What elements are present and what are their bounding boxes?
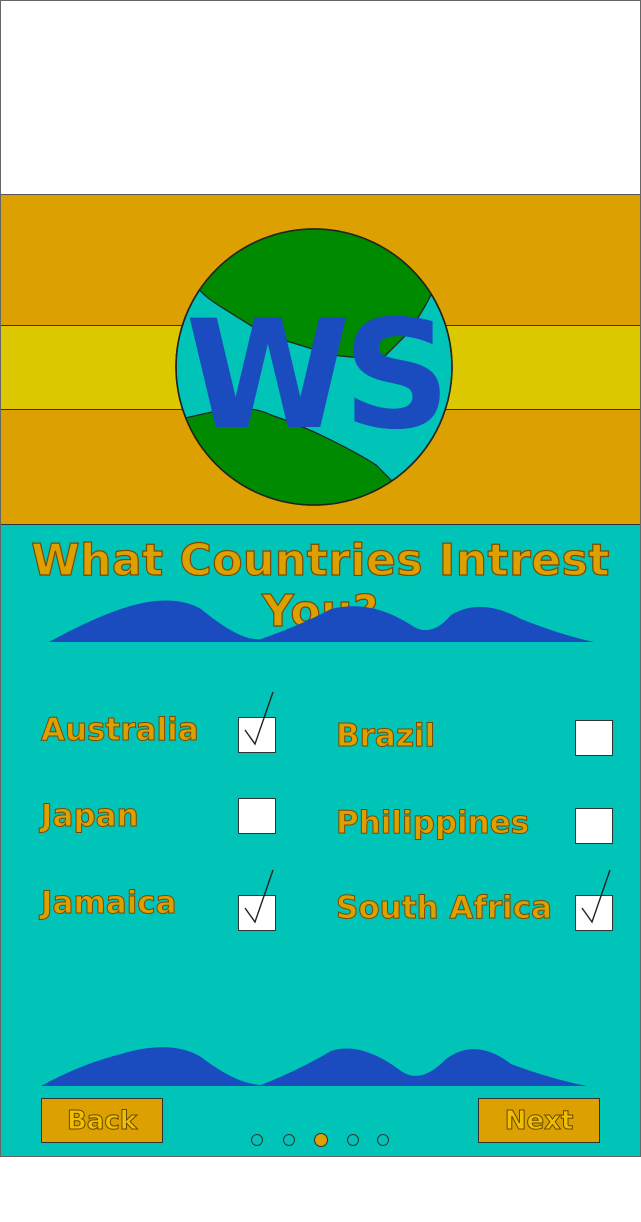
- checkmark-icon: [244, 869, 274, 924]
- countries-panel: What Countries Intrest You? Australia Br…: [1, 525, 640, 1156]
- option-label-jamaica: Jamaica: [41, 885, 178, 922]
- page-dot[interactable]: [377, 1134, 389, 1146]
- decorative-wave-top: [49, 600, 594, 642]
- option-label-brazil: Brazil: [335, 718, 436, 755]
- option-label-philippines: Philippines: [335, 805, 530, 842]
- checkbox-philippines[interactable]: [575, 808, 613, 844]
- page-dot[interactable]: [283, 1134, 295, 1146]
- page-dot-active[interactable]: [314, 1133, 328, 1147]
- checkbox-australia[interactable]: [238, 691, 276, 753]
- header-banner: WS: [1, 195, 640, 525]
- page-indicator: [251, 1133, 391, 1148]
- back-button[interactable]: Back: [41, 1098, 163, 1143]
- checkbox-jamaica[interactable]: [238, 869, 276, 931]
- checkmark-icon: [581, 869, 611, 924]
- page-dot[interactable]: [251, 1134, 263, 1146]
- decorative-wave-bottom: [41, 1047, 587, 1086]
- option-label-south-africa: South Africa: [335, 890, 553, 927]
- status-area: [1, 1, 640, 195]
- checkmark-icon: [244, 691, 274, 746]
- option-label-australia: Australia: [41, 712, 200, 749]
- option-label-japan: Japan: [41, 798, 140, 835]
- logo-text: WS: [185, 289, 443, 463]
- checkbox-brazil[interactable]: [575, 720, 613, 756]
- page-dot[interactable]: [347, 1134, 359, 1146]
- next-button[interactable]: Next: [478, 1098, 600, 1143]
- checkbox-south-africa[interactable]: [575, 869, 613, 931]
- checkbox-japan[interactable]: [238, 798, 276, 834]
- phone-screen: WS What Countries Intrest You? Australia…: [0, 0, 641, 1157]
- globe-logo: WS: [175, 228, 453, 506]
